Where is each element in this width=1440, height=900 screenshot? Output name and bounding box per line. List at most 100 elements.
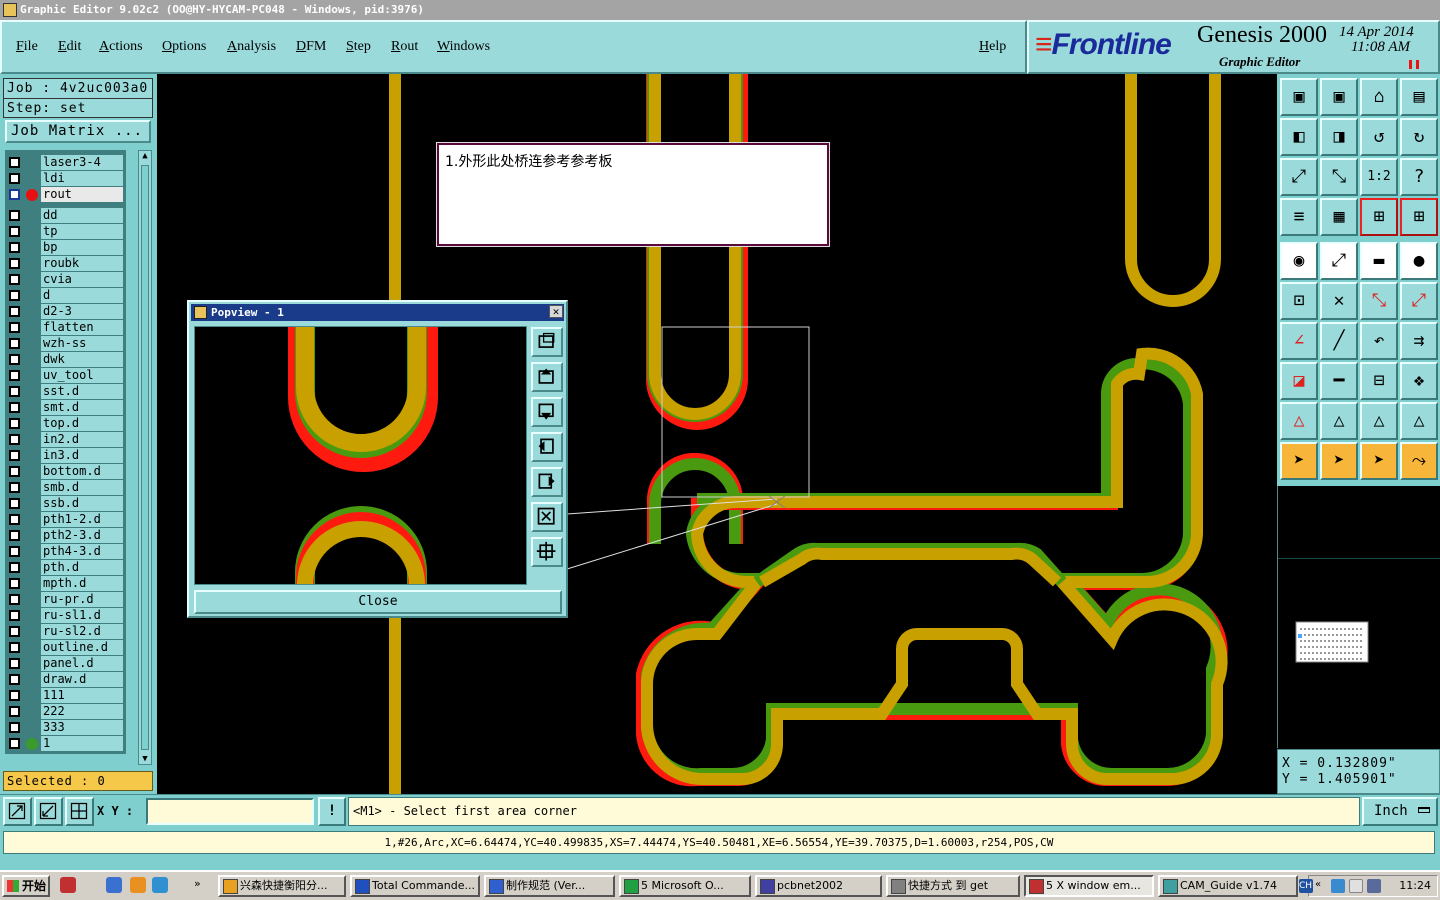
menu-windows[interactable]: Windows: [437, 39, 490, 55]
layer-row-roubk[interactable]: roubk: [5, 256, 126, 272]
ruler-icon[interactable]: ▬: [1360, 242, 1398, 280]
layer-row-in3.d[interactable]: in3.d: [5, 448, 126, 464]
layer-row-smb.d[interactable]: smb.d: [5, 480, 126, 496]
layer-row-panel.d[interactable]: panel.d: [5, 656, 126, 672]
layer-checkbox[interactable]: [9, 690, 20, 701]
layer-row-d[interactable]: d: [5, 288, 126, 304]
layer-checkbox[interactable]: [9, 722, 20, 733]
layer-row-ru-sl2.d[interactable]: ru-sl2.d: [5, 624, 126, 640]
pad-icon[interactable]: ◉: [1280, 242, 1318, 280]
overview-panel[interactable]: [1277, 486, 1440, 748]
triangle4-icon[interactable]: △: [1400, 402, 1438, 440]
layer-row-d2-3[interactable]: d2-3: [5, 304, 126, 320]
popview-close-button[interactable]: Close: [194, 590, 562, 614]
layer-checkbox[interactable]: [9, 450, 20, 461]
layer-checkbox[interactable]: [9, 189, 20, 200]
menu-file[interactable]: File: [16, 39, 38, 55]
layer-checkbox[interactable]: [9, 322, 20, 333]
layer-row-tp[interactable]: tp: [5, 224, 126, 240]
tray-monitor-icon[interactable]: [1367, 879, 1381, 893]
layer-checkbox[interactable]: [9, 306, 20, 317]
layer-row-wzh-ss[interactable]: wzh-ss: [5, 336, 126, 352]
layer-checkbox[interactable]: [9, 706, 20, 717]
zoom-fit-button[interactable]: [3, 797, 32, 826]
layer-row-pth4-3.d[interactable]: pth4-3.d: [5, 544, 126, 560]
triangle2-icon[interactable]: △: [1320, 402, 1358, 440]
layer-row-mpth.d[interactable]: mpth.d: [5, 576, 126, 592]
layer-row-222[interactable]: 222: [5, 704, 126, 720]
layer-checkbox[interactable]: [9, 530, 20, 541]
layer-checkbox[interactable]: [9, 562, 20, 573]
layer-row-laser3-4[interactable]: laser3-4: [5, 155, 126, 171]
layer-row-333[interactable]: 333: [5, 720, 126, 736]
layer-checkbox[interactable]: [9, 498, 20, 509]
layer-row-flatten[interactable]: flatten: [5, 320, 126, 336]
layer-row-pth2-3.d[interactable]: pth2-3.d: [5, 528, 126, 544]
layer-checkbox[interactable]: [9, 610, 20, 621]
layer-row-ru-sl1.d[interactable]: ru-sl1.d: [5, 608, 126, 624]
layer-row-ssb.d[interactable]: ssb.d: [5, 496, 126, 512]
xy-input[interactable]: [146, 798, 314, 825]
cluster-icon[interactable]: ❖: [1400, 362, 1438, 400]
scale-1-2-icon[interactable]: 1:2: [1360, 158, 1398, 196]
popview-zoom-window-button[interactable]: [531, 327, 563, 357]
profile-icon[interactable]: ≡: [1280, 198, 1318, 236]
home-icon[interactable]: ▣: [1280, 78, 1318, 116]
quicklaunch-more-icon[interactable]: »: [194, 877, 201, 890]
layer-checkbox[interactable]: [9, 173, 20, 184]
layer-checkbox[interactable]: [9, 674, 20, 685]
pan-left-icon[interactable]: ◧: [1280, 118, 1318, 156]
units-button[interactable]: Inch: [1362, 797, 1438, 826]
execute-button[interactable]: !: [318, 797, 346, 826]
lang-icon[interactable]: CH: [1299, 879, 1313, 893]
layer-checkbox[interactable]: [9, 386, 20, 397]
taskbar-item[interactable]: CAM_Guide v1.74: [1158, 875, 1298, 897]
popview-zoom-in-button[interactable]: [531, 502, 563, 532]
popview-window[interactable]: Popview - 1 ✕ Close: [187, 300, 568, 618]
layer-checkbox[interactable]: [9, 578, 20, 589]
menu-rout[interactable]: Rout: [391, 39, 418, 55]
taskbar-item[interactable]: 快捷方式 到 get: [886, 875, 1020, 897]
annotation-note[interactable]: 1.外形此处桥连参考参考板: [437, 143, 829, 246]
layer-checkbox[interactable]: [9, 402, 20, 413]
route-icon[interactable]: ⤳: [1400, 442, 1438, 480]
menu-actions[interactable]: Actions: [99, 39, 143, 55]
help-icon[interactable]: ?: [1400, 158, 1438, 196]
layer-checkbox[interactable]: [9, 274, 20, 285]
pointer-circle-icon[interactable]: ➤: [1360, 442, 1398, 480]
taskbar-item[interactable]: 制作规范 (Ver...: [484, 875, 615, 897]
layer-checkbox[interactable]: [9, 338, 20, 349]
layer-row-draw.d[interactable]: draw.d: [5, 672, 126, 688]
angle-icon[interactable]: ∠: [1280, 322, 1318, 360]
taskbar-item[interactable]: 兴森快捷衡阳分...: [218, 875, 346, 897]
popview-title-bar[interactable]: Popview - 1: [191, 304, 564, 321]
measure-button[interactable]: [34, 797, 63, 826]
undo-view-icon[interactable]: ↺: [1360, 118, 1398, 156]
layer-row-dd[interactable]: dd: [5, 208, 126, 224]
layer-checkbox[interactable]: [9, 658, 20, 669]
dim-icon[interactable]: ⊟: [1360, 362, 1398, 400]
menu-options[interactable]: Options: [162, 39, 206, 55]
slope-icon[interactable]: ╱: [1320, 322, 1358, 360]
layer-row-1[interactable]: 1: [5, 736, 126, 752]
job-matrix-button[interactable]: Job Matrix ...: [5, 120, 151, 143]
layer-row-pth1-2.d[interactable]: pth1-2.d: [5, 512, 126, 528]
layer-checkbox[interactable]: [9, 466, 20, 477]
snap-red-icon[interactable]: ⊞: [1400, 198, 1438, 236]
move-icon[interactable]: ⤡: [1360, 282, 1398, 320]
quicklaunch-app-icon[interactable]: [60, 877, 76, 893]
snap-icon[interactable]: ⊞: [1360, 198, 1398, 236]
pointer-box-icon[interactable]: ➤: [1320, 442, 1358, 480]
start-button[interactable]: 开始: [2, 875, 50, 897]
layer-row-ldi[interactable]: ldi: [5, 171, 126, 187]
layer-row-outline.d[interactable]: outline.d: [5, 640, 126, 656]
layer-checkbox[interactable]: [9, 514, 20, 525]
layer-row-smt.d[interactable]: smt.d: [5, 400, 126, 416]
layer-checkbox[interactable]: [9, 738, 20, 749]
net-icon[interactable]: ⊡: [1280, 282, 1318, 320]
layer-row-ru-pr.d[interactable]: ru-pr.d: [5, 592, 126, 608]
tray-arrow-icon[interactable]: «: [1315, 879, 1329, 893]
grid-icon[interactable]: ▦: [1320, 198, 1358, 236]
scroll-down-icon[interactable]: ▼: [140, 754, 150, 764]
redo-view-icon[interactable]: ↻: [1400, 118, 1438, 156]
